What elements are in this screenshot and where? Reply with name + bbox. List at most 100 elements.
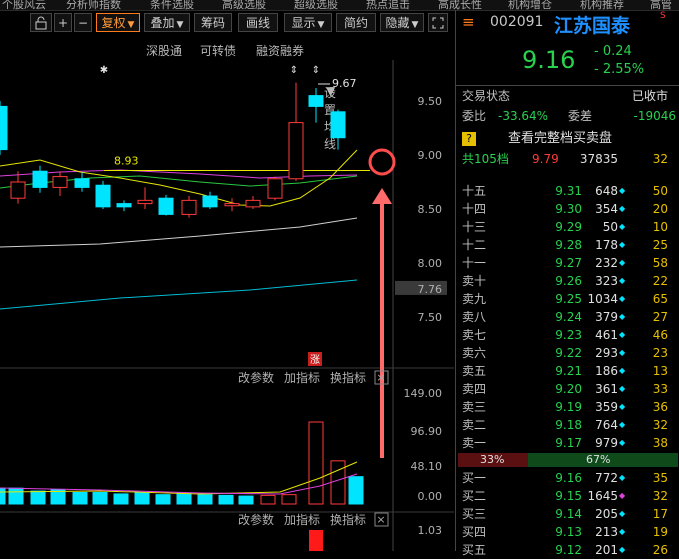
level-label: 卖十 [462, 274, 487, 288]
price-axis-label: 7.76 [418, 283, 443, 296]
diamond-icon: ◆ [619, 402, 626, 411]
link-convertible[interactable]: 可转债 [200, 42, 236, 59]
level-count: 65 [652, 292, 668, 306]
level-volume: 361 [595, 382, 618, 396]
full-book-link[interactable]: 查看完整档买卖盘 [508, 130, 612, 148]
volume-bar [134, 491, 150, 505]
change-params-link[interactable]: 改参数 [238, 370, 274, 385]
hide-button[interactable]: 隐藏 ▼ [380, 13, 424, 32]
ask-row[interactable]: 十五 9.31 648 ◆ 50 [456, 182, 679, 200]
ask-row[interactable]: 卖四 9.20 361 ◆ 33 [456, 380, 679, 398]
volume-bar [308, 421, 324, 505]
bid-row[interactable]: 买二 9.15 1645 ◆ 32 [456, 487, 679, 505]
lower-indicator-bar [309, 530, 323, 551]
candle-body [116, 203, 132, 208]
level-count: 50 [652, 184, 668, 198]
ask-row[interactable]: 卖十 9.26 323 ◆ 22 [456, 272, 679, 290]
level-count: 27 [652, 310, 668, 324]
highlight-circle [368, 148, 396, 176]
diamond-icon: ◆ [619, 258, 626, 267]
ask-row[interactable]: 卖八 9.24 379 ◆ 27 [456, 308, 679, 326]
kline-chart[interactable]: 9.509.008.508.007.767.508.939.67✱ ⇕ ⇕涨改参数加… [0, 60, 454, 551]
ask-row[interactable]: 卖三 9.19 359 ◆ 36 [456, 398, 679, 416]
diamond-icon: ◆ [619, 312, 626, 321]
fuquan-button[interactable]: 复权 ▼ [96, 13, 140, 32]
volume-bar [92, 491, 108, 505]
candle-body [181, 199, 197, 215]
help-icon[interactable]: ? [462, 132, 476, 146]
ask-row[interactable]: 卖九 9.25 1034 ◆ 65 [456, 290, 679, 308]
volume-bar [197, 494, 213, 505]
diamond-icon: ◆ [619, 384, 626, 393]
bid-row[interactable]: 买三 9.14 205 ◆ 17 [456, 505, 679, 523]
ask-row[interactable]: 卖一 9.17 979 ◆ 38 [456, 434, 679, 452]
link-shenzhen-connect[interactable]: 深股通 [146, 42, 182, 59]
ma-line-mid [0, 217, 358, 248]
change-params-link[interactable]: 改参数 [238, 512, 274, 527]
diamond-icon: ◆ [619, 276, 626, 285]
volume-bar [176, 492, 192, 505]
level-count: 26 [652, 543, 668, 557]
quote-panel: ≡ 002091 江苏国泰 S 9.16 - 0.24 - 2.55% 交易状态… [455, 10, 679, 557]
volume-bar [218, 494, 234, 505]
link-margin[interactable]: 融资融券 [256, 42, 304, 59]
candle-body [288, 122, 304, 180]
chips-button[interactable]: 筹码 [194, 13, 232, 32]
volume-bar [113, 493, 129, 505]
level-label: 买三 [462, 507, 487, 521]
level-volume: 354 [595, 202, 618, 216]
ask-row[interactable]: 十一 9.27 232 ◆ 58 [456, 254, 679, 272]
level-count: 13 [652, 364, 668, 378]
switch-indicator-link[interactable]: 换指标 [330, 512, 366, 527]
level-label: 十五 [462, 184, 487, 198]
volume-bar [330, 460, 346, 505]
full-book-row[interactable]: ? 查看完整档买卖盘 [456, 130, 679, 148]
volume-bar [238, 495, 254, 505]
level-label: 卖九 [462, 292, 487, 306]
level-volume: 178 [595, 238, 618, 252]
diamond-icon: ◆ [619, 473, 626, 482]
divider [456, 85, 679, 86]
switch-indicator-link[interactable]: 换指标 [330, 370, 366, 385]
ask-row[interactable]: 十四 9.30 354 ◆ 20 [456, 200, 679, 218]
level-label: 卖七 [462, 328, 487, 342]
diamond-icon: ◆ [619, 330, 626, 339]
bid-row[interactable]: 买一 9.16 772 ◆ 35 [456, 469, 679, 487]
fullscreen-icon[interactable] [428, 13, 448, 32]
level-label: 卖八 [462, 310, 487, 324]
volume-bar [30, 490, 46, 505]
level-volume: 1034 [587, 292, 618, 306]
high-annotation: 9.67 [332, 77, 357, 90]
ask-row[interactable]: 卖六 9.22 293 ◆ 23 [456, 344, 679, 362]
diamond-icon: ◆ [619, 222, 626, 231]
volume-axis-label: 0.00 [418, 490, 443, 503]
menu-icon[interactable]: ≡ [462, 13, 475, 31]
ask-row[interactable]: 卖二 9.18 764 ◆ 32 [456, 416, 679, 434]
simple-button[interactable]: 简约 [336, 13, 376, 32]
close-icon: × [376, 513, 385, 526]
bid-row[interactable]: 买四 9.13 213 ◆ 19 [456, 523, 679, 541]
level-label: 8.93 [114, 155, 139, 168]
level-label: 卖五 [462, 364, 487, 378]
level-volume: 648 [595, 184, 618, 198]
volume-bar [348, 476, 364, 505]
ask-row[interactable]: 十二 9.28 178 ◆ 25 [456, 236, 679, 254]
ask-row[interactable]: 十三 9.29 50 ◆ 10 [456, 218, 679, 236]
sell-ratio: 33% [480, 453, 505, 466]
overlay-button[interactable]: 叠加 ▼ [144, 13, 190, 32]
ask-row[interactable]: 卖七 9.23 461 ◆ 46 [456, 326, 679, 344]
level-volume: 764 [595, 418, 618, 432]
draw-line-button[interactable]: 画线 [238, 13, 278, 32]
add-indicator-link[interactable]: 加指标 [284, 512, 320, 527]
level-label: 十一 [462, 256, 487, 270]
level-volume: 379 [595, 310, 618, 324]
volume-bar [260, 494, 276, 505]
zoom-in-icon[interactable]: + [54, 13, 72, 32]
ask-row[interactable]: 卖五 9.21 186 ◆ 13 [456, 362, 679, 380]
display-button[interactable]: 显示 ▼ [284, 13, 332, 32]
zoom-out-icon[interactable]: − [74, 13, 92, 32]
bid-row[interactable]: 买五 9.12 201 ◆ 26 [456, 541, 679, 559]
lock-icon[interactable] [30, 13, 52, 32]
add-indicator-link[interactable]: 加指标 [284, 370, 320, 385]
event-marker-icon: ⇕ [312, 65, 320, 76]
